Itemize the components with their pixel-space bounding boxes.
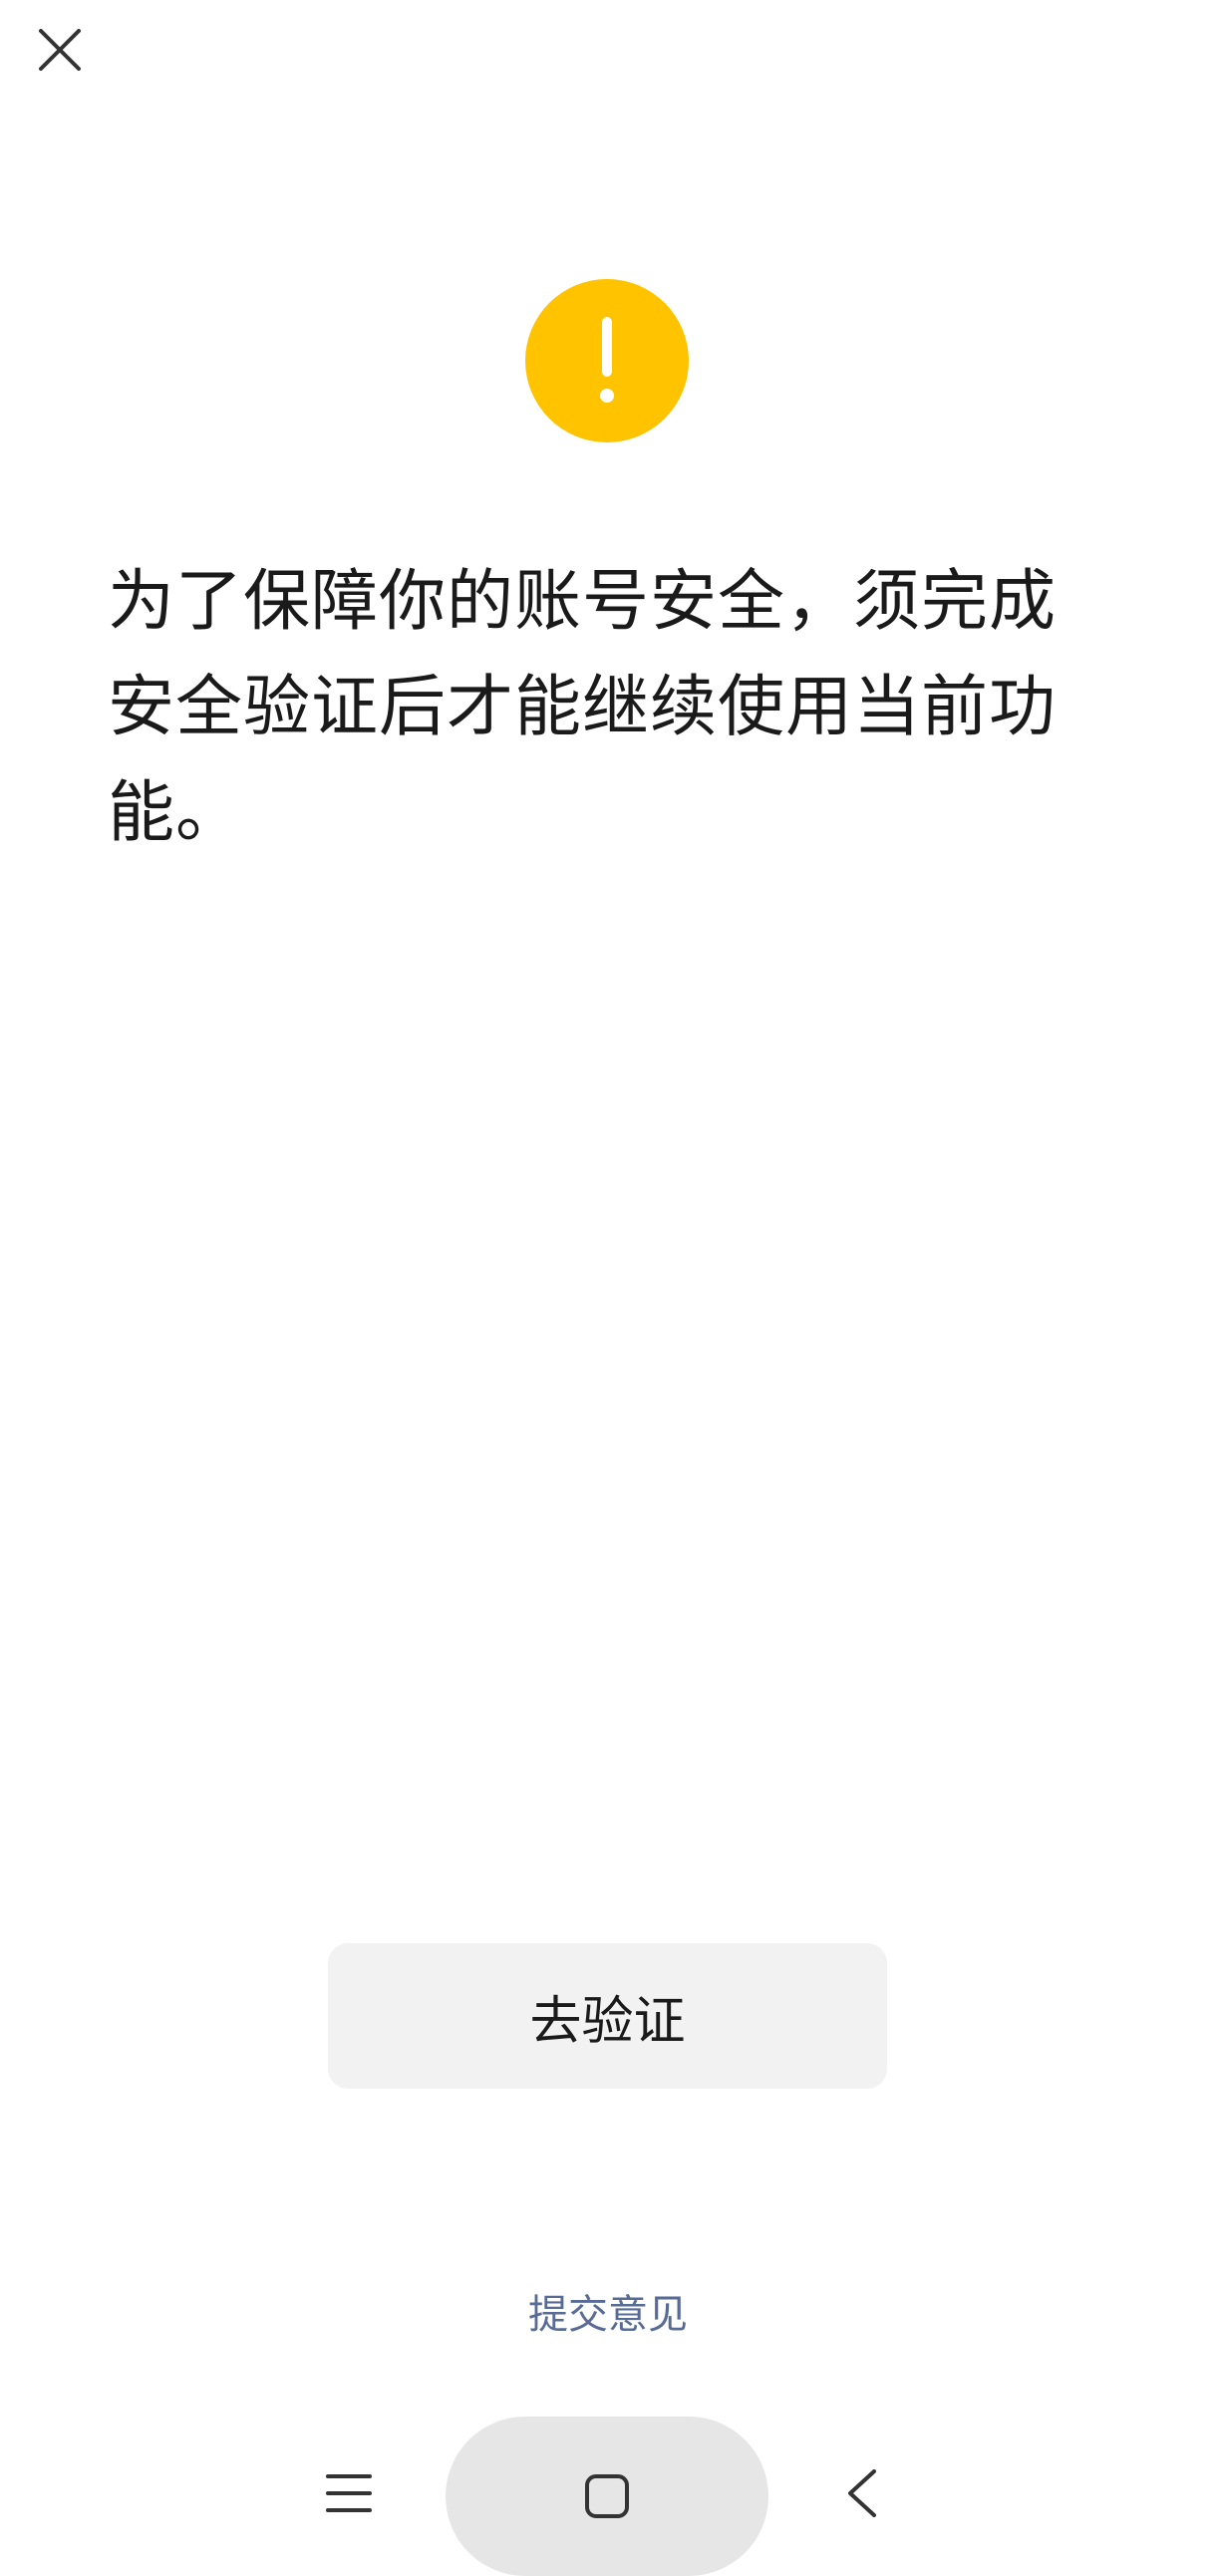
chevron-left-icon — [848, 2469, 876, 2517]
home-square-icon — [585, 2474, 629, 2518]
nav-back-button[interactable] — [822, 2453, 902, 2533]
close-button[interactable] — [20, 10, 100, 90]
submit-feedback-link[interactable]: 提交意见 — [0, 2282, 1216, 2340]
verify-button[interactable]: 去验证 — [328, 1943, 887, 2089]
nav-menu-button[interactable] — [309, 2453, 389, 2533]
exclamation-circle-icon — [525, 279, 689, 442]
close-icon — [39, 29, 81, 71]
menu-icon — [326, 2474, 372, 2512]
system-navigation-bar — [0, 2412, 1216, 2576]
nav-home-button[interactable] — [446, 2417, 768, 2576]
security-message: 为了保障你的账号安全，须完成安全验证后才能继续使用当前功能。 — [108, 562, 1057, 851]
